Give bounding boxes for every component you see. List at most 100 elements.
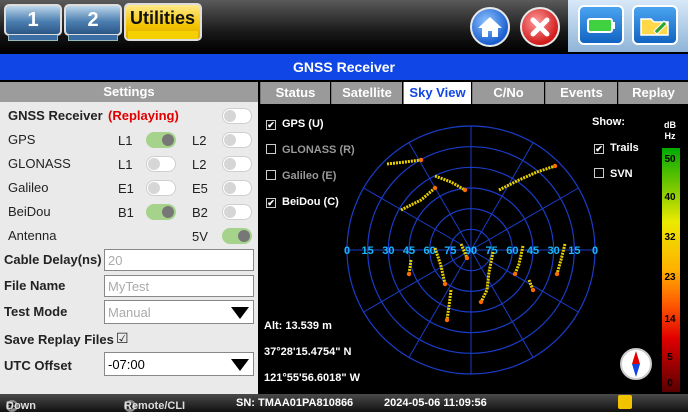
elevation-tick-label: 60 bbox=[424, 245, 436, 257]
system-label: BeiDou bbox=[8, 204, 51, 219]
utilities-button[interactable]: Utilities bbox=[124, 3, 202, 41]
satellite-marker bbox=[418, 157, 424, 163]
satellite-marker bbox=[432, 185, 438, 191]
scale-label: 32 bbox=[664, 232, 676, 243]
check-icon: ✔ bbox=[594, 144, 604, 154]
tab-replay[interactable]: Replay bbox=[618, 82, 688, 104]
settings-header: Settings bbox=[0, 82, 258, 102]
scale-label: 50 bbox=[664, 154, 676, 165]
elevation-tick-label: 0 bbox=[592, 245, 598, 257]
constellation-checkbox-2[interactable]: Galileo (E) bbox=[266, 170, 336, 182]
trails-label: Trails bbox=[610, 142, 639, 154]
tab-events[interactable]: Events bbox=[545, 82, 617, 104]
check-icon: ✔ bbox=[266, 198, 276, 208]
cable-delay-field[interactable]: 20 bbox=[104, 249, 254, 271]
settings-panel: Settings GNSS Receiver (Replaying) GPS L1… bbox=[0, 82, 258, 394]
trails-checkbox[interactable]: ✔ Trails bbox=[594, 142, 639, 154]
battery-button[interactable] bbox=[578, 5, 624, 45]
system-label: Galileo bbox=[8, 180, 49, 195]
file-manager-button[interactable] bbox=[632, 5, 678, 45]
band-2-label: L2 bbox=[192, 133, 207, 148]
save-replay-checkbox[interactable]: ☑ bbox=[116, 330, 129, 347]
band-2-toggle[interactable] bbox=[222, 156, 252, 172]
compass-icon bbox=[620, 348, 652, 380]
sky-view-panel: 0 15 30 45 60 75 90 75 60 45 30 15 0 ✔ GPS (U) GLONASS… bbox=[260, 104, 688, 394]
save-replay-label: Save Replay Files bbox=[4, 332, 114, 347]
file-name-field[interactable]: MyTest bbox=[104, 275, 254, 297]
elevation-tick-label: 15 bbox=[568, 245, 580, 257]
band-2-toggle[interactable] bbox=[222, 180, 252, 196]
band-2-label: L2 bbox=[192, 157, 207, 172]
elevation-tick-label: 45 bbox=[403, 245, 415, 257]
constellation-checkbox-3[interactable]: ✔ BeiDou (C) bbox=[266, 196, 339, 208]
file-name-row: File Name MyTest bbox=[0, 274, 258, 298]
band-1-toggle[interactable] bbox=[146, 156, 176, 172]
empty-box-icon bbox=[266, 144, 276, 154]
app-window: 1 2 Utilities GNSS Receiver Settings GNS… bbox=[0, 0, 688, 412]
band-1-toggle[interactable] bbox=[146, 132, 176, 148]
gnss-receiver-label: GNSS Receiver bbox=[8, 108, 103, 123]
home-button[interactable] bbox=[470, 7, 510, 47]
link-status-label: Down bbox=[6, 400, 36, 412]
satellite-marker bbox=[464, 255, 470, 261]
scale-unit: dB Hz bbox=[664, 120, 676, 141]
home-icon bbox=[478, 17, 502, 37]
elevation-tick-label: 75 bbox=[444, 245, 456, 257]
close-button[interactable] bbox=[520, 7, 560, 47]
elevation-tick-label: 60 bbox=[506, 245, 518, 257]
antenna-toggle[interactable] bbox=[222, 228, 252, 244]
chevron-down-icon bbox=[231, 359, 249, 371]
elevation-tick-label: 30 bbox=[548, 245, 560, 257]
band-1-label: E1 bbox=[118, 181, 134, 196]
band-2-toggle[interactable] bbox=[222, 204, 252, 220]
constellation-checkbox-1[interactable]: GLONASS (R) bbox=[266, 144, 355, 156]
remote-label: Remote/CLI bbox=[124, 400, 186, 412]
utilities-label: Utilities bbox=[130, 8, 196, 28]
folder-edit-icon bbox=[640, 18, 669, 36]
system-label: GPS bbox=[8, 132, 36, 147]
cable-delay-row: Cable Delay(ns) 20 bbox=[0, 248, 258, 272]
svn-checkbox[interactable]: SVN bbox=[594, 168, 633, 180]
satellite-marker bbox=[406, 271, 412, 277]
elevation-tick-label: 0 bbox=[344, 245, 350, 257]
file-name-label: File Name bbox=[4, 278, 66, 293]
elevation-tick-label: 45 bbox=[527, 245, 539, 257]
system-row-galileo: Galileo E1 E5 bbox=[0, 176, 258, 200]
antenna-row: Antenna 5V bbox=[0, 224, 258, 248]
altitude-readout: Alt: 13.539 m bbox=[264, 320, 332, 332]
chevron-down-icon bbox=[231, 307, 249, 319]
satellite-marker bbox=[552, 163, 558, 169]
gnss-receiver-toggle[interactable] bbox=[222, 108, 252, 124]
tab-satellite[interactable]: Satellite bbox=[331, 82, 402, 104]
empty-box-icon bbox=[594, 168, 604, 178]
antenna-voltage: 5V bbox=[192, 229, 208, 244]
constellation-label: BeiDou (C) bbox=[282, 196, 339, 208]
test-mode-select[interactable]: Manual bbox=[104, 300, 254, 324]
system-panel bbox=[568, 0, 688, 52]
tab-sky-view[interactable]: Sky View bbox=[403, 82, 471, 104]
replaying-status: (Replaying) bbox=[108, 108, 179, 123]
band-1-toggle[interactable] bbox=[146, 180, 176, 196]
band-2-toggle[interactable] bbox=[222, 132, 252, 148]
tab-cno[interactable]: C/No bbox=[472, 82, 544, 104]
workspace-2-button[interactable]: 2 bbox=[64, 4, 122, 41]
workspace-1-button[interactable]: 1 bbox=[4, 4, 62, 41]
utc-offset-row: UTC Offset -07:00 bbox=[0, 352, 258, 376]
band-1-toggle[interactable] bbox=[146, 204, 176, 220]
tab-status[interactable]: Status bbox=[260, 82, 330, 104]
satellite-marker bbox=[478, 299, 484, 305]
scale-label: 40 bbox=[664, 192, 676, 203]
band-1-label: L1 bbox=[118, 133, 133, 148]
latitude-readout: 37°28'15.4754" N bbox=[264, 346, 352, 358]
system-row-glonass: GLONASS L1 L2 bbox=[0, 152, 258, 176]
scale-label: 5 bbox=[667, 352, 673, 363]
system-row-gps: GPS L1 L2 bbox=[0, 128, 258, 152]
top-toolbar: 1 2 Utilities bbox=[0, 0, 688, 52]
utc-offset-select[interactable]: -07:00 bbox=[104, 352, 254, 376]
constellation-checkbox-0[interactable]: ✔ GPS (U) bbox=[266, 118, 324, 130]
utc-offset-label: UTC Offset bbox=[4, 358, 72, 373]
constellation-label: Galileo (E) bbox=[282, 170, 337, 182]
cno-scale: dB Hz 50 40 32 23 14 5 0 bbox=[660, 120, 680, 392]
band-2-label: B2 bbox=[192, 205, 208, 220]
scale-label: 23 bbox=[664, 272, 676, 283]
